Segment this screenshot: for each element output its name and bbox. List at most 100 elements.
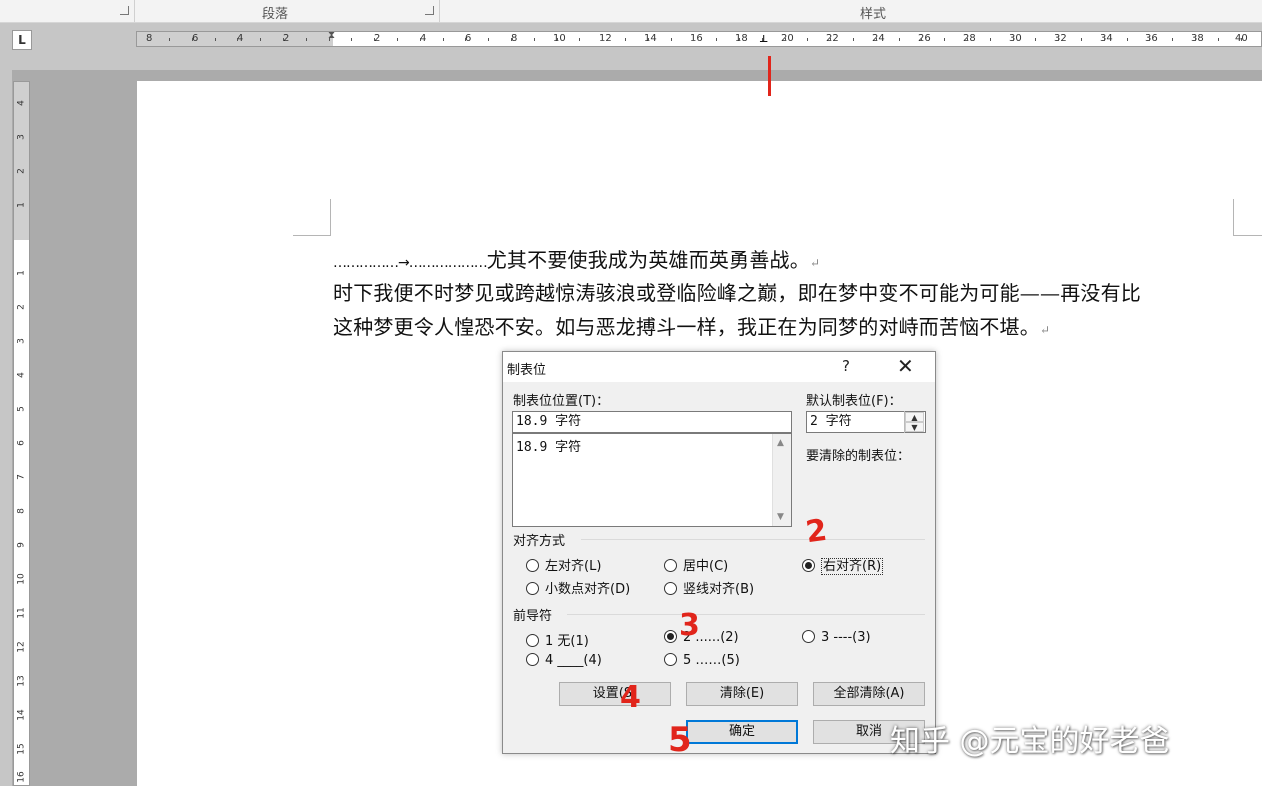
ok-button[interactable]: 确定 [686, 720, 798, 744]
leader-none-label: 1 无(1) [545, 634, 589, 649]
ruler-left-margin [137, 32, 333, 46]
leader-dashes-radio[interactable]: 3 ----(3) [802, 630, 871, 645]
ruler-tick [169, 38, 170, 41]
ruler-number: 9 [16, 542, 27, 548]
clear-all-button[interactable]: 全部清除(A) [813, 682, 925, 706]
tab-leader-dots: ……………→……………… [333, 255, 488, 271]
ribbon-group-strip: 段落 样式 [0, 0, 1262, 23]
dialog-title: 制表位 [507, 363, 547, 378]
spin-up-icon[interactable]: ▲ [905, 412, 924, 422]
ruler-tick [921, 38, 922, 41]
tab-type-selector[interactable]: L [12, 30, 32, 50]
ruler-number: 3 [16, 338, 27, 344]
leader-middle-dots-radio[interactable]: 5 ……(5) [664, 653, 740, 668]
alignment-left-label: 左对齐(L) [545, 559, 602, 574]
alignment-bar-label: 竖线对齐(B) [683, 582, 755, 597]
right-tab-marker-icon[interactable]: ⊥ [759, 34, 768, 45]
vertical-ruler[interactable]: 4 3 2 1 1 2 3 4 5 6 7 8 9 10 11 12 13 14… [13, 81, 30, 786]
leader-underline-label: 4 ____(4) [545, 653, 602, 668]
ruler-number: 28 [963, 33, 976, 44]
ruler-number: 1 [16, 202, 27, 208]
alignment-group-label: 对齐方式 [513, 534, 566, 549]
ruler-tick [1241, 38, 1242, 41]
ruler-tick [990, 38, 991, 41]
leader-dots-radio[interactable]: 2 ......(2) [664, 630, 739, 645]
close-icon[interactable]: ✕ [897, 354, 914, 378]
radio-button-icon [526, 582, 539, 595]
ruler-number: 32 [1054, 33, 1067, 44]
ruler-tick [671, 38, 672, 41]
ruler-tick [1127, 38, 1128, 41]
ruler-tick [511, 38, 512, 41]
annotation-step-3: 3 [679, 608, 700, 643]
alignment-right-radio[interactable]: 右对齐(R) [802, 555, 884, 575]
ruler-tick [785, 38, 786, 41]
ribbon-separator [439, 0, 440, 22]
alignment-right-label: 右对齐(R) [821, 558, 884, 575]
ruler-tick [306, 38, 307, 41]
ruler-tick [1149, 38, 1150, 41]
alignment-left-radio[interactable]: 左对齐(L) [526, 555, 601, 574]
radio-button-selected-icon [802, 559, 815, 572]
ruler-number: 1 [16, 270, 27, 276]
ruler-number: 7 [16, 474, 27, 480]
tabs-dialog: 制表位 ? ✕ 制表位位置(T)： 18.9 字符 18.9 字符 ▲ ▼ 默认… [502, 351, 936, 754]
ruler-tick [1035, 38, 1036, 41]
ruler-number: 22 [826, 33, 839, 44]
ruler-tick [215, 38, 216, 41]
ruler-number: 2 [16, 304, 27, 310]
ruler-tick [1104, 38, 1105, 41]
document-line-3[interactable]: 这种梦更令人惶恐不安。如与恶龙搏斗一样，我正在为同梦的对峙而苦恼不堪。↵ [333, 311, 1050, 340]
ruler-number: 24 [872, 33, 885, 44]
ruler-tick [420, 38, 421, 41]
scroll-up-icon[interactable]: ▲ [777, 438, 784, 448]
font-dialog-launcher-icon[interactable] [120, 6, 129, 15]
ruler-number: 13 [16, 675, 27, 687]
paragraph-dialog-launcher-icon[interactable] [425, 6, 434, 15]
document-line-2[interactable]: 时下我便不时梦见或跨越惊涛骇浪或登临险峰之巅，即在梦中变不可能为可能——再没有比 [333, 277, 1141, 306]
tab-stop-position-input[interactable]: 18.9 字符 [512, 411, 792, 433]
radio-button-icon [526, 559, 539, 572]
ruler-tick [1195, 38, 1196, 41]
ruler-tick [579, 38, 580, 41]
ruler-number: 18 [735, 33, 748, 44]
ruler-number: 36 [1145, 33, 1158, 44]
ruler-tick [967, 38, 968, 41]
tab-stop-list-scrollbar[interactable]: ▲ ▼ [772, 434, 791, 526]
alignment-bar-radio[interactable]: 竖线对齐(B) [664, 578, 754, 597]
ribbon-separator [134, 0, 135, 22]
ruler-tick [625, 38, 626, 41]
radio-button-icon [526, 653, 539, 666]
set-button[interactable]: 设置(S) [559, 682, 671, 706]
ruler-number: 26 [918, 33, 931, 44]
leader-none-radio[interactable]: 1 无(1) [526, 630, 589, 649]
ruler-number: 4 [16, 372, 27, 378]
document-line-1[interactable]: ……………→………………尤其不要使我成为英雄而英勇善战。↵ [333, 244, 820, 273]
tab-stop-list[interactable]: 18.9 字符 ▲ ▼ [512, 433, 792, 527]
vertical-ruler-background [0, 70, 12, 786]
alignment-center-label: 居中(C) [683, 559, 729, 574]
ruler-number: 10 [553, 33, 566, 44]
ruler-number: 15 [16, 743, 27, 755]
help-icon[interactable]: ? [842, 357, 850, 375]
ruler-number: 38 [1191, 33, 1204, 44]
ruler-tick [237, 38, 238, 41]
ruler-number: 14 [644, 33, 657, 44]
clear-button[interactable]: 清除(E) [686, 682, 798, 706]
annotation-step-5: 5 [668, 720, 692, 760]
ruler-number: 3 [16, 134, 27, 140]
ribbon-group-styles: 样式 [860, 7, 887, 22]
alignment-decimal-radio[interactable]: 小数点对齐(D) [526, 578, 630, 597]
ruler-number: 4 [16, 100, 27, 106]
tab-stop-list-item[interactable]: 18.9 字符 [516, 436, 581, 455]
dialog-titlebar[interactable]: 制表位 ? ✕ [503, 352, 935, 382]
spin-down-icon[interactable]: ▼ [905, 422, 924, 432]
leader-middle-dots-label: 5 ……(5) [683, 653, 740, 668]
ruler-tick [351, 38, 352, 41]
scroll-down-icon[interactable]: ▼ [777, 512, 784, 522]
zhihu-watermark: 知乎 @元宝的好老爸 [890, 724, 1170, 759]
leader-underline-radio[interactable]: 4 ____(4) [526, 653, 602, 668]
ruler-tick [465, 38, 466, 41]
horizontal-ruler[interactable]: 8 6 4 2 ⧗ 2 4 6 8 10 12 14 16 18 ⊥ 20 22… [136, 30, 1262, 47]
alignment-center-radio[interactable]: 居中(C) [664, 555, 728, 574]
